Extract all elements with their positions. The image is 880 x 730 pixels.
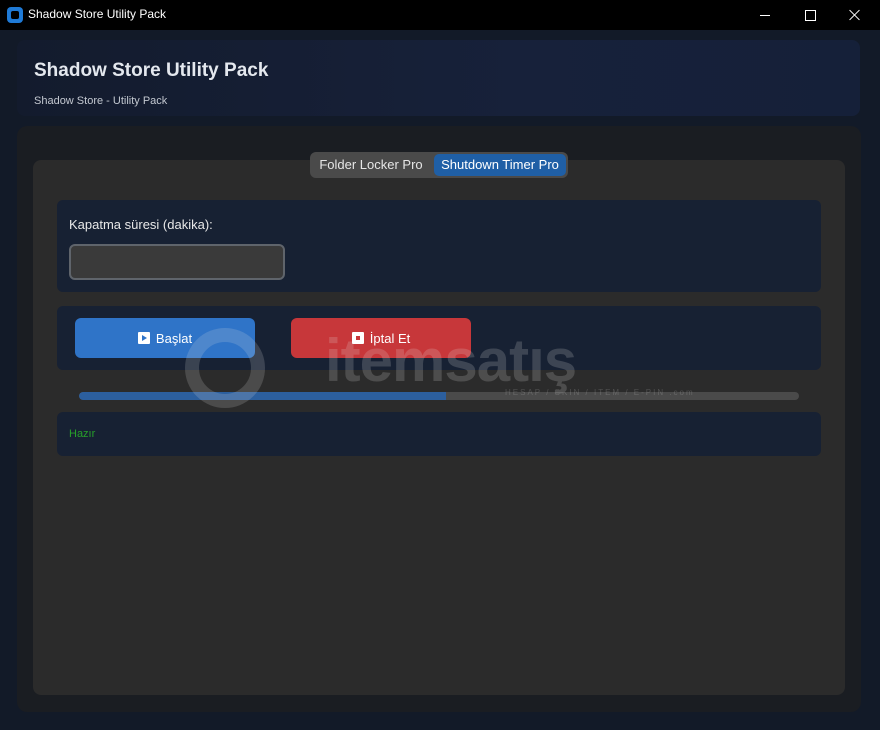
- progress-fill: [79, 392, 447, 400]
- status-text: Hazır: [69, 428, 96, 440]
- minutes-card: Kapatma süresi (dakika):: [57, 200, 821, 292]
- tab-folder-locker-pro[interactable]: Folder Locker Pro: [312, 154, 430, 176]
- cancel-button-label: İptal Et: [369, 330, 411, 346]
- header-panel: Shadow Store Utility Pack Shadow Store -…: [17, 40, 860, 116]
- tab-bar: Folder Locker Pro Shutdown Timer Pro: [310, 152, 568, 178]
- cancel-button[interactable]: İptal Et: [291, 318, 471, 358]
- tab-shutdown-timer-pro[interactable]: Shutdown Timer Pro: [434, 154, 566, 176]
- progress-bar: [79, 392, 799, 400]
- minimize-icon: [760, 14, 770, 16]
- start-button-label: Başlat: [155, 330, 193, 346]
- actions-card: Başlat İptal Et: [57, 306, 821, 370]
- status-card: Hazır: [57, 412, 821, 456]
- app-title: Shadow Store Utility Pack: [34, 60, 269, 81]
- close-button[interactable]: [832, 0, 878, 30]
- window-title: Shadow Store Utility Pack: [28, 7, 167, 21]
- tab-content-shutdown-timer: Kapatma süresi (dakika): Başlat İptal Et…: [33, 160, 845, 695]
- maximize-button[interactable]: [787, 0, 833, 30]
- stop-icon: [351, 332, 364, 344]
- maximize-icon: [804, 9, 816, 21]
- app-subtitle: Shadow Store - Utility Pack: [34, 95, 168, 107]
- start-button[interactable]: Başlat: [75, 318, 255, 358]
- play-icon: [137, 332, 150, 344]
- close-icon: [849, 9, 861, 21]
- minimize-button[interactable]: [742, 0, 788, 30]
- main-frame: Kapatma süresi (dakika): Başlat İptal Et…: [17, 126, 861, 712]
- minutes-input[interactable]: [69, 244, 285, 280]
- minutes-label: Kapatma süresi (dakika):: [69, 217, 213, 232]
- title-bar: Shadow Store Utility Pack: [0, 0, 880, 30]
- app-icon: [7, 7, 23, 23]
